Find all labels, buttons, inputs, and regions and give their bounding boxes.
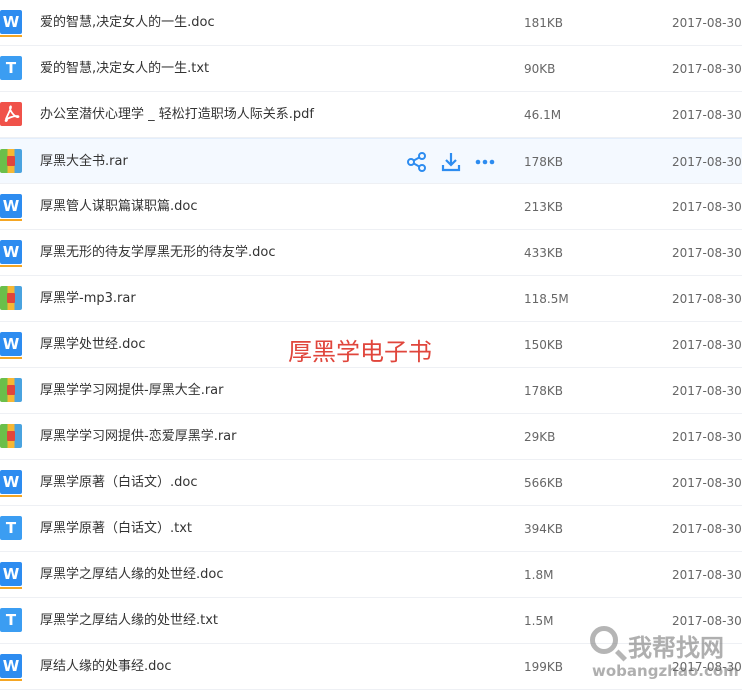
file-date: 2017-08-30 — [672, 16, 742, 30]
file-size: 1.5M — [524, 614, 554, 628]
file-size: 213KB — [524, 200, 564, 214]
file-date: 2017-08-30 — [672, 384, 742, 398]
file-size: 178KB — [524, 384, 564, 398]
file-date: 2017-08-30 — [672, 476, 742, 490]
file-size: 181KB — [524, 16, 564, 30]
file-row[interactable]: W 厚黑学原著（白话文）.doc 566KB 2017-08-30 — [0, 460, 742, 506]
share-icon[interactable] — [406, 151, 428, 173]
file-date: 2017-08-30 — [672, 338, 742, 352]
file-date: 2017-08-30 — [672, 108, 742, 122]
word-doc-icon: W — [0, 654, 22, 681]
file-row[interactable]: W 厚黑无形的待友学厚黑无形的待友学.doc 433KB 2017-08-30 — [0, 230, 742, 276]
archive-icon — [0, 286, 22, 310]
word-doc-icon: W — [0, 194, 22, 221]
file-name[interactable]: 厚黑学之厚结人缘的处世经.doc — [40, 552, 224, 598]
magnifier-icon — [590, 626, 618, 654]
file-row[interactable]: 厚黑大全书.rar 178KB 2017-08-30 — [0, 138, 742, 184]
file-size: 90KB — [524, 62, 556, 76]
file-name[interactable]: 爱的智慧,决定女人的一生.doc — [40, 0, 215, 46]
site-watermark-logo: 我帮找网 wobangzhao.com — [588, 624, 740, 690]
file-date: 2017-08-30 — [672, 522, 742, 536]
text-file-icon: T — [0, 56, 22, 80]
file-name[interactable]: 厚黑学处世经.doc — [40, 322, 146, 368]
file-size: 433KB — [524, 246, 564, 260]
file-name[interactable]: 厚结人缘的处事经.doc — [40, 644, 172, 690]
file-row[interactable]: W 爱的智慧,决定女人的一生.doc 181KB 2017-08-30 — [0, 0, 742, 46]
file-size: 150KB — [524, 338, 564, 352]
file-name[interactable]: 厚黑学学习网提供-恋爱厚黑学.rar — [40, 414, 236, 460]
file-name[interactable]: 厚黑学原著（白话文）.txt — [40, 506, 192, 552]
file-date: 2017-08-30 — [672, 62, 742, 76]
file-row[interactable]: W 厚黑学之厚结人缘的处世经.doc 1.8M 2017-08-30 — [0, 552, 742, 598]
file-date: 2017-08-30 — [672, 568, 742, 582]
file-size: 178KB — [524, 155, 564, 169]
text-file-icon: T — [0, 516, 22, 540]
archive-icon — [0, 149, 22, 173]
file-date: 2017-08-30 — [672, 155, 742, 169]
file-row[interactable]: 厚黑学-mp3.rar 118.5M 2017-08-30 — [0, 276, 742, 322]
file-size: 394KB — [524, 522, 564, 536]
file-size: 566KB — [524, 476, 564, 490]
file-name[interactable]: 厚黑学之厚结人缘的处世经.txt — [40, 598, 218, 644]
file-size: 118.5M — [524, 292, 569, 306]
file-name[interactable]: 厚黑学-mp3.rar — [40, 276, 136, 322]
row-actions — [406, 151, 496, 173]
file-name[interactable]: 爱的智慧,决定女人的一生.txt — [40, 46, 209, 92]
file-size: 1.8M — [524, 568, 554, 582]
download-icon[interactable] — [440, 151, 462, 173]
file-date: 2017-08-30 — [672, 200, 742, 214]
file-row[interactable]: 厚黑学学习网提供-恋爱厚黑学.rar 29KB 2017-08-30 — [0, 414, 742, 460]
logo-text-en: wobangzhao.com — [592, 662, 739, 680]
file-row[interactable]: 厚黑学学习网提供-厚黑大全.rar 178KB 2017-08-30 — [0, 368, 742, 414]
file-name[interactable]: 厚黑管人谋职篇谋职篇.doc — [40, 184, 198, 230]
file-date: 2017-08-30 — [672, 430, 742, 444]
archive-icon — [0, 378, 22, 402]
file-name[interactable]: 厚黑大全书.rar — [40, 139, 128, 185]
file-row[interactable]: T 厚黑学原著（白话文）.txt 394KB 2017-08-30 — [0, 506, 742, 552]
word-doc-icon: W — [0, 10, 22, 37]
file-row[interactable]: W 厚黑管人谋职篇谋职篇.doc 213KB 2017-08-30 — [0, 184, 742, 230]
overlay-title: 厚黑学电子书 — [288, 338, 432, 366]
word-doc-icon: W — [0, 332, 22, 359]
file-size: 29KB — [524, 430, 556, 444]
word-doc-icon: W — [0, 562, 22, 589]
text-file-icon: T — [0, 608, 22, 632]
logo-text-cn: 我帮找网 — [628, 634, 724, 662]
file-row[interactable]: 办公室潜伏心理学 _ 轻松打造职场人际关系.pdf 46.1M 2017-08-30 — [0, 92, 742, 138]
pdf-icon — [0, 102, 22, 126]
file-name[interactable]: 办公室潜伏心理学 _ 轻松打造职场人际关系.pdf — [40, 92, 314, 138]
file-size: 199KB — [524, 660, 564, 674]
file-row[interactable]: T 爱的智慧,决定女人的一生.txt 90KB 2017-08-30 — [0, 46, 742, 92]
word-doc-icon: W — [0, 240, 22, 267]
file-name[interactable]: 厚黑无形的待友学厚黑无形的待友学.doc — [40, 230, 276, 276]
file-date: 2017-08-30 — [672, 246, 742, 260]
archive-icon — [0, 424, 22, 448]
word-doc-icon: W — [0, 470, 22, 497]
file-name[interactable]: 厚黑学原著（白话文）.doc — [40, 460, 198, 506]
file-size: 46.1M — [524, 108, 562, 122]
file-date: 2017-08-30 — [672, 292, 742, 306]
more-icon[interactable] — [474, 151, 496, 173]
file-name[interactable]: 厚黑学学习网提供-厚黑大全.rar — [40, 368, 223, 414]
